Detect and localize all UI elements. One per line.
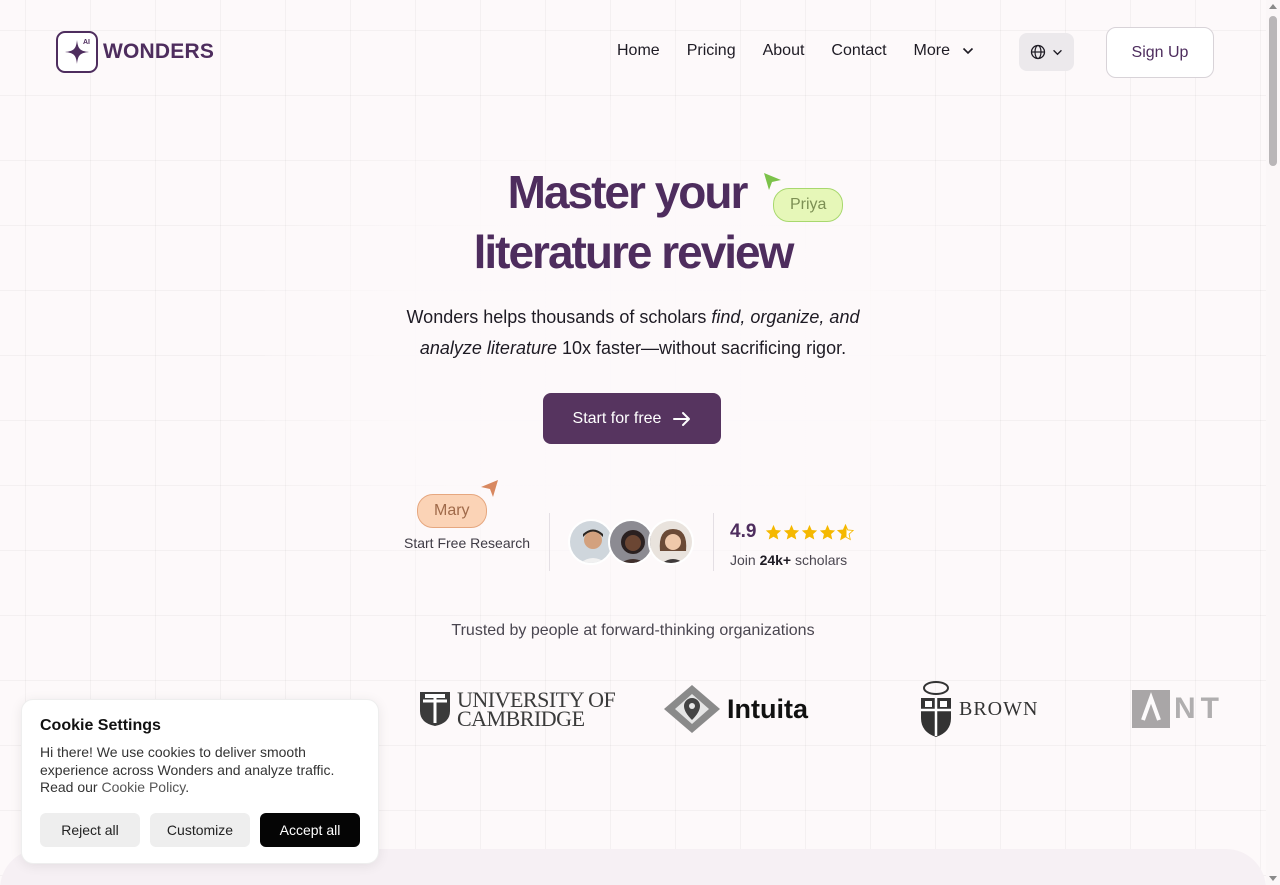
cookie-title: Cookie Settings: [40, 717, 161, 734]
nav-more[interactable]: More: [914, 42, 974, 60]
rating-value: 4.9: [730, 521, 757, 542]
star-icon: [784, 524, 800, 540]
subtitle-emphasis: find, organize, and: [711, 307, 860, 327]
cookie-policy-link[interactable]: Cookie Policy: [101, 779, 185, 795]
join-suffix: scholars: [791, 552, 848, 568]
cookie-body-end: .: [185, 779, 190, 795]
star-icon: [820, 524, 836, 540]
star-icon: [802, 524, 818, 540]
cursor-pointer-icon: [764, 173, 781, 190]
brown-crest-icon: [921, 681, 951, 737]
nav-home[interactable]: Home: [617, 42, 660, 60]
rating: 4.9: [730, 521, 855, 543]
partial-org-name: NT: [1174, 692, 1224, 725]
scroll-thumb[interactable]: [1269, 16, 1277, 166]
nav-about[interactable]: About: [763, 42, 805, 60]
chevron-down-icon: [962, 47, 974, 55]
arrow-right-icon: [673, 411, 691, 426]
hero-title-line2: literature review: [473, 226, 795, 278]
customize-button[interactable]: Customize: [150, 813, 250, 847]
star-rating: [765, 523, 855, 541]
cookie-actions: Reject all Customize Accept all: [40, 813, 360, 847]
start-for-free-button[interactable]: Start for free: [543, 393, 721, 444]
page-scrollbar[interactable]: [1266, 0, 1280, 885]
language-selector[interactable]: [1019, 33, 1074, 71]
brown-name: BROWN: [959, 697, 1039, 720]
hero-title-line1: Master your: [507, 166, 749, 218]
sparkle-logo-icon: AI: [56, 31, 98, 73]
partial-org-icon: [1132, 690, 1170, 728]
intuita-logo: Intuita: [663, 684, 808, 734]
scroll-up-icon[interactable]: [1269, 4, 1277, 9]
accept-all-button[interactable]: Accept all: [260, 813, 360, 847]
brand-name: WONDERS: [103, 40, 215, 63]
cambridge-crest-icon: [420, 692, 450, 726]
start-free-research-label: Start Free Research: [404, 535, 531, 551]
divider: [549, 513, 550, 571]
subtitle-text: 10x faster—without sacrificing rigor.: [556, 338, 847, 358]
logo-ai-badge: AI: [83, 39, 90, 46]
trusted-heading: Trusted by people at forward-thinking or…: [451, 622, 815, 639]
join-count: 24k+: [759, 552, 792, 568]
cursor-tag-label: Mary: [417, 494, 487, 528]
join-prefix: Join: [730, 552, 760, 568]
cookie-banner: Cookie Settings Hi there! We use cookies…: [21, 699, 379, 864]
main-nav: Home Pricing About Contact More: [617, 42, 974, 60]
avatar: [648, 519, 694, 565]
page: AI WONDERS Home Pricing About Contact Mo…: [0, 0, 1266, 885]
brown-logo: BROWN: [919, 680, 1038, 738]
nav-more-label: More: [913, 42, 950, 59]
hero-subtitle: Wonders helps thousands of scholars find…: [0, 302, 1266, 364]
nav-pricing[interactable]: Pricing: [687, 42, 736, 60]
sign-up-button[interactable]: Sign Up: [1106, 27, 1214, 78]
half-star-icon: [837, 523, 855, 540]
reject-all-button[interactable]: Reject all: [40, 813, 140, 847]
cursor-pointer-icon: [481, 480, 498, 497]
partial-org-logo: NT: [1132, 690, 1224, 728]
chevron-down-icon: [1053, 49, 1062, 55]
star-icon: [766, 524, 782, 540]
divider: [713, 513, 714, 571]
cta-label: Start for free: [572, 409, 662, 427]
cookie-body: Hi there! We use cookies to deliver smoo…: [40, 744, 360, 797]
cambridge-logo: UNIVERSITY OF CAMBRIDGE: [419, 689, 616, 730]
avatar-group: [568, 519, 694, 565]
scroll-down-icon[interactable]: [1269, 876, 1277, 881]
subtitle-text: Wonders helps thousands of scholars: [406, 307, 712, 327]
join-scholars: Join 24k+ scholars: [730, 552, 847, 568]
intuita-diamond-icon: [664, 685, 720, 733]
intuita-name: Intuita: [727, 693, 808, 724]
cursor-tag-label: Priya: [773, 188, 844, 222]
globe-icon: [1030, 44, 1046, 60]
subtitle-emphasis: analyze literature: [419, 338, 557, 358]
brand-logo[interactable]: AI WONDERS: [56, 31, 214, 73]
nav-contact[interactable]: Contact: [831, 42, 886, 60]
